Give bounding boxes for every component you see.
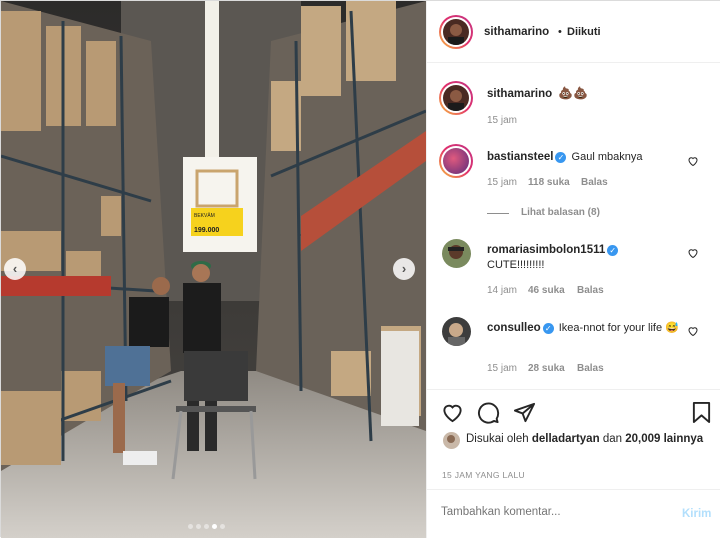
heart-icon[interactable] <box>687 325 699 337</box>
post-timestamp[interactable]: 15 JAM YANG LALU <box>442 470 525 480</box>
add-comment-bar: Kirim <box>427 489 720 538</box>
replies-divider <box>487 213 509 214</box>
heart-icon[interactable] <box>687 155 699 167</box>
caption-avatar <box>443 85 469 111</box>
header-username[interactable]: sithamarino <box>484 26 549 38</box>
comment-story-ring[interactable] <box>439 144 473 178</box>
comment-username[interactable]: consulleo <box>487 322 541 334</box>
likes-and: dan <box>602 433 622 445</box>
post-header: sithamarino • Diikuti <box>427 1 720 63</box>
liker-username[interactable]: delladartyan <box>532 433 600 445</box>
caption-username[interactable]: sithamarino <box>487 88 552 100</box>
carousel-dot <box>188 524 193 529</box>
follow-status-button[interactable]: Diikuti <box>567 26 601 38</box>
share-icon[interactable] <box>513 401 536 424</box>
post-actions: Disukai oleh delladartyan dan 20,009 lai… <box>427 389 720 493</box>
comment-likes[interactable]: 118 suka <box>528 177 570 188</box>
comment-text: Gaul mbaknya <box>571 151 643 163</box>
verified-icon: ✓ <box>555 151 567 163</box>
caption-time[interactable]: 15 jam <box>487 115 517 126</box>
comment-likes[interactable]: 28 suka <box>528 363 565 374</box>
carousel-dot <box>196 524 201 529</box>
comment-body: romariasimbolon1511 ✓ CUTE!!!!!!!!! <box>487 244 687 271</box>
verified-icon: ✓ <box>542 322 554 334</box>
comment-avatar <box>443 148 469 174</box>
comment-text: CUTE!!!!!!!!! <box>487 259 545 271</box>
avatar <box>443 19 469 45</box>
comment-icon[interactable] <box>477 401 500 424</box>
comment-username[interactable]: romariasimbolon1511 <box>487 244 605 256</box>
verified-icon: ✓ <box>607 244 619 256</box>
comment-body: bastiansteel ✓ Gaul mbaknya <box>487 151 687 163</box>
chevron-right-icon[interactable]: › <box>393 258 415 280</box>
likes-prefix: Disukai oleh <box>466 433 529 445</box>
carousel-dot <box>204 524 209 529</box>
post-photo[interactable]: BEKVÄM 199.000 ‹ › <box>1 1 426 538</box>
caption-text: 💩💩 <box>558 86 588 100</box>
reply-button[interactable]: Balas <box>577 363 604 374</box>
carousel-dot <box>220 524 225 529</box>
view-replies-button[interactable]: Lihat balasan (8) <box>521 207 600 218</box>
carousel-dot-active <box>212 524 217 529</box>
chevron-left-icon[interactable]: ‹ <box>4 258 26 280</box>
comment-avatar[interactable] <box>442 317 471 346</box>
sign-name: BEKVÄM <box>194 212 215 219</box>
comment-text: Ikea-nnot for your life 😅 <box>558 322 679 334</box>
heart-icon[interactable] <box>441 401 464 424</box>
reply-button[interactable]: Balas <box>577 285 604 296</box>
comment-input[interactable] <box>441 506 661 518</box>
carousel-dots <box>188 520 228 529</box>
comment-time[interactable]: 15 jam <box>487 177 517 188</box>
post-dialog: BEKVÄM 199.000 ‹ › sithamarino • Diikuti… <box>0 0 720 538</box>
comment-time[interactable]: 14 jam <box>487 285 517 296</box>
header-separator: • <box>558 26 562 38</box>
comment-avatar[interactable] <box>442 239 471 268</box>
story-ring[interactable] <box>439 15 473 49</box>
likes-count[interactable]: 20,009 lainnya <box>625 433 703 445</box>
comment-likes[interactable]: 46 suka <box>528 285 565 296</box>
reply-button[interactable]: Balas <box>581 177 608 188</box>
comment-username[interactable]: bastiansteel <box>487 151 553 163</box>
bookmark-icon[interactable] <box>691 401 712 424</box>
heart-icon[interactable] <box>687 247 699 259</box>
liker-avatar[interactable] <box>443 432 460 449</box>
likes-summary: Disukai oleh delladartyan dan 20,009 lai… <box>466 432 706 447</box>
comment-time[interactable]: 15 jam <box>487 363 517 374</box>
comment-body: consulleo ✓ Ikea-nnot for your life 😅 <box>487 321 687 335</box>
post-side-panel: sithamarino • Diikuti sithamarino 💩💩 15 … <box>426 1 720 538</box>
caption-story-ring[interactable] <box>439 81 473 115</box>
submit-comment-button[interactable]: Kirim <box>682 508 711 520</box>
sign-price: 199.000 <box>194 227 219 234</box>
warehouse-image: BEKVÄM 199.000 <box>1 1 426 538</box>
